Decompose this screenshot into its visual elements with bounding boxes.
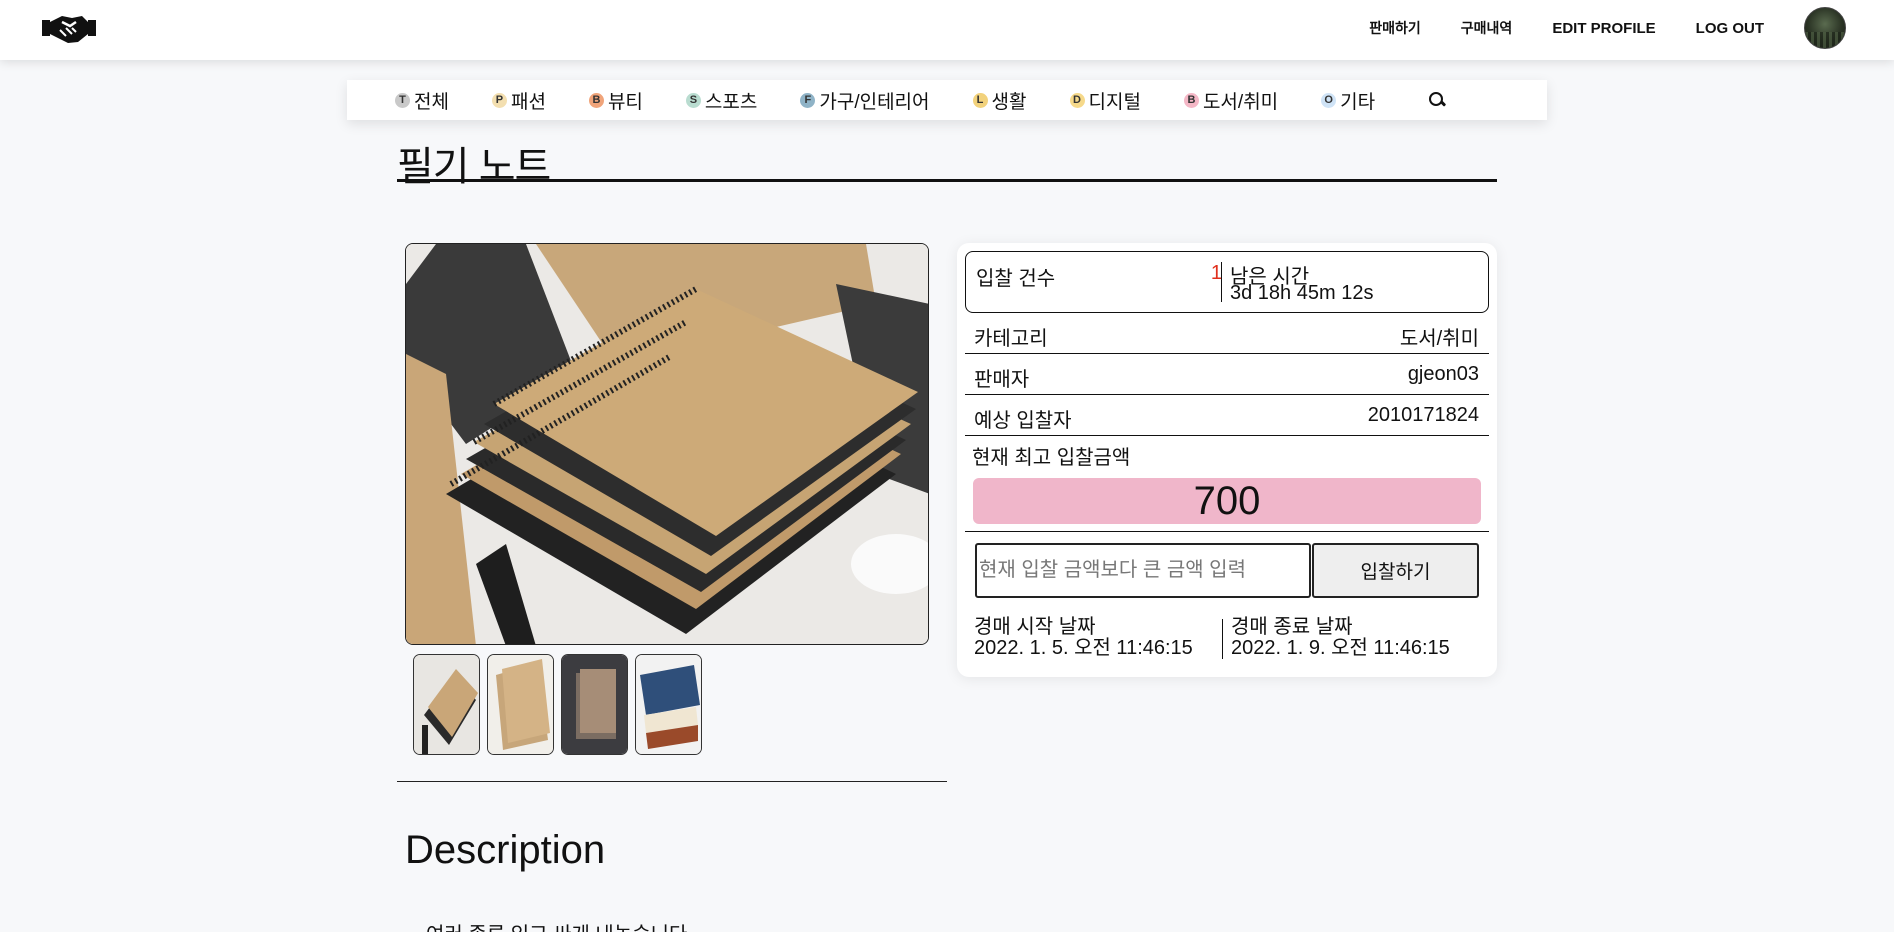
date-divider <box>1222 619 1223 659</box>
nav-sell-link[interactable]: 판매하기 <box>1369 18 1421 38</box>
product-main-image <box>405 243 929 645</box>
description-heading: Description <box>405 828 606 872</box>
info-row-key: 판매자 <box>974 369 1030 391</box>
info-row-value: 2010171824 <box>1367 404 1479 426</box>
info-row-value: 도서/취미 <box>1399 328 1479 350</box>
top-header: 판매하기 구매내역 EDIT PROFILE LOG OUT <box>0 0 1894 60</box>
start-date-label: 경매 시작 날짜 <box>974 616 1096 638</box>
notebook-photo <box>406 244 928 644</box>
category-label: 뷰티 <box>607 91 643 113</box>
category-label: 생활 <box>991 91 1027 113</box>
info-row-expected-bidder: 예상 입찰자 2010171824 <box>965 395 1489 436</box>
category-label: 패션 <box>510 91 546 113</box>
info-row-key: 예상 입찰자 <box>974 410 1072 432</box>
category-sports[interactable]: S 스포츠 <box>685 87 758 114</box>
category-label: 기타 <box>1340 91 1376 113</box>
category-badge-icon: B <box>1183 92 1199 108</box>
bid-summary-divider <box>1221 262 1222 302</box>
bid-amount-input[interactable] <box>975 543 1311 598</box>
nav-logout-link[interactable]: LOG OUT <box>1696 20 1764 37</box>
category-badge-icon: D <box>1069 92 1085 108</box>
avatar[interactable] <box>1804 7 1846 49</box>
info-row-seller: 판매자 gjeon03 <box>965 354 1489 395</box>
bid-count-value: 1 <box>1210 262 1222 284</box>
auction-start: 경매 시작 날짜 2022. 1. 5. 오전 11:46:15 <box>974 617 1193 659</box>
info-row-key: 카테고리 <box>974 328 1048 350</box>
current-price-label: 현재 최고 입찰금액 <box>972 447 1131 469</box>
auction-end: 경매 종료 날짜 2022. 1. 9. 오전 11:46:15 <box>1231 617 1450 659</box>
end-date-value: 2022. 1. 9. 오전 11:46:15 <box>1231 637 1450 659</box>
price-divider <box>965 531 1489 532</box>
category-badge-icon: S <box>685 92 701 108</box>
bid-count-label: 입찰 건수 <box>976 268 1056 290</box>
category-label: 스포츠 <box>704 91 758 113</box>
description-body: 여러 종류 있고 싸게 내놓습니다 <box>426 918 687 932</box>
category-badge-icon: L <box>972 92 988 108</box>
category-label: 가구/인테리어 <box>819 91 930 113</box>
category-badge-icon: O <box>1321 92 1337 108</box>
category-badge-icon: B <box>588 92 604 108</box>
category-beauty[interactable]: B 뷰티 <box>588 87 643 114</box>
search-icon[interactable] <box>1428 91 1446 109</box>
nav-edit-profile-link[interactable]: EDIT PROFILE <box>1552 20 1655 37</box>
auction-info-panel: 입찰 건수 1 남은 시간 3d 18h 45m 12s 카테고리 도서/취미 … <box>957 243 1497 677</box>
thumbnail-strip <box>413 654 709 755</box>
category-badge-icon: F <box>800 92 816 108</box>
thumbnail-1[interactable] <box>413 654 480 755</box>
category-living[interactable]: L 생활 <box>972 87 1027 114</box>
place-bid-button[interactable]: 입찰하기 <box>1312 543 1479 598</box>
nav-purchase-history-link[interactable]: 구매내역 <box>1461 18 1513 38</box>
page-title: 필기 노트 <box>397 145 551 189</box>
category-all[interactable]: T 전체 <box>395 87 449 114</box>
category-badge-icon: P <box>491 92 507 108</box>
category-label: 디지털 <box>1088 91 1141 113</box>
category-digital[interactable]: D 디지털 <box>1069 87 1141 114</box>
category-badge-icon: T <box>395 92 410 108</box>
thumbnail-3[interactable] <box>561 654 628 755</box>
thumbnail-4[interactable] <box>635 654 702 755</box>
category-furniture[interactable]: F 가구/인테리어 <box>800 87 930 114</box>
handshake-logo-icon[interactable] <box>42 12 96 44</box>
end-date-label: 경매 종료 날짜 <box>1231 616 1353 638</box>
info-row-value: gjeon03 <box>1407 363 1479 385</box>
thumbnail-2[interactable] <box>487 654 554 755</box>
title-divider <box>397 179 1497 182</box>
remaining-time-value: 3d 18h 45m 12s <box>1230 282 1374 304</box>
start-date-value: 2022. 1. 5. 오전 11:46:15 <box>974 637 1193 659</box>
current-price-value: 700 <box>973 478 1481 524</box>
bid-summary-box: 입찰 건수 1 남은 시간 3d 18h 45m 12s <box>965 251 1489 313</box>
info-row-category: 카테고리 도서/취미 <box>965 313 1489 354</box>
category-etc[interactable]: O 기타 <box>1321 87 1375 114</box>
category-label: 전체 <box>414 91 449 113</box>
category-fashion[interactable]: P 패션 <box>491 87 546 114</box>
category-books[interactable]: B 도서/취미 <box>1183 87 1279 114</box>
top-nav: 판매하기 구매내역 EDIT PROFILE LOG OUT <box>1369 0 1894 56</box>
category-label: 도서/취미 <box>1202 91 1279 113</box>
category-bar: T 전체 P 패션 B 뷰티 S 스포츠 F 가구/인테리어 L 생활 D 디지… <box>347 80 1547 120</box>
image-divider <box>397 781 947 782</box>
